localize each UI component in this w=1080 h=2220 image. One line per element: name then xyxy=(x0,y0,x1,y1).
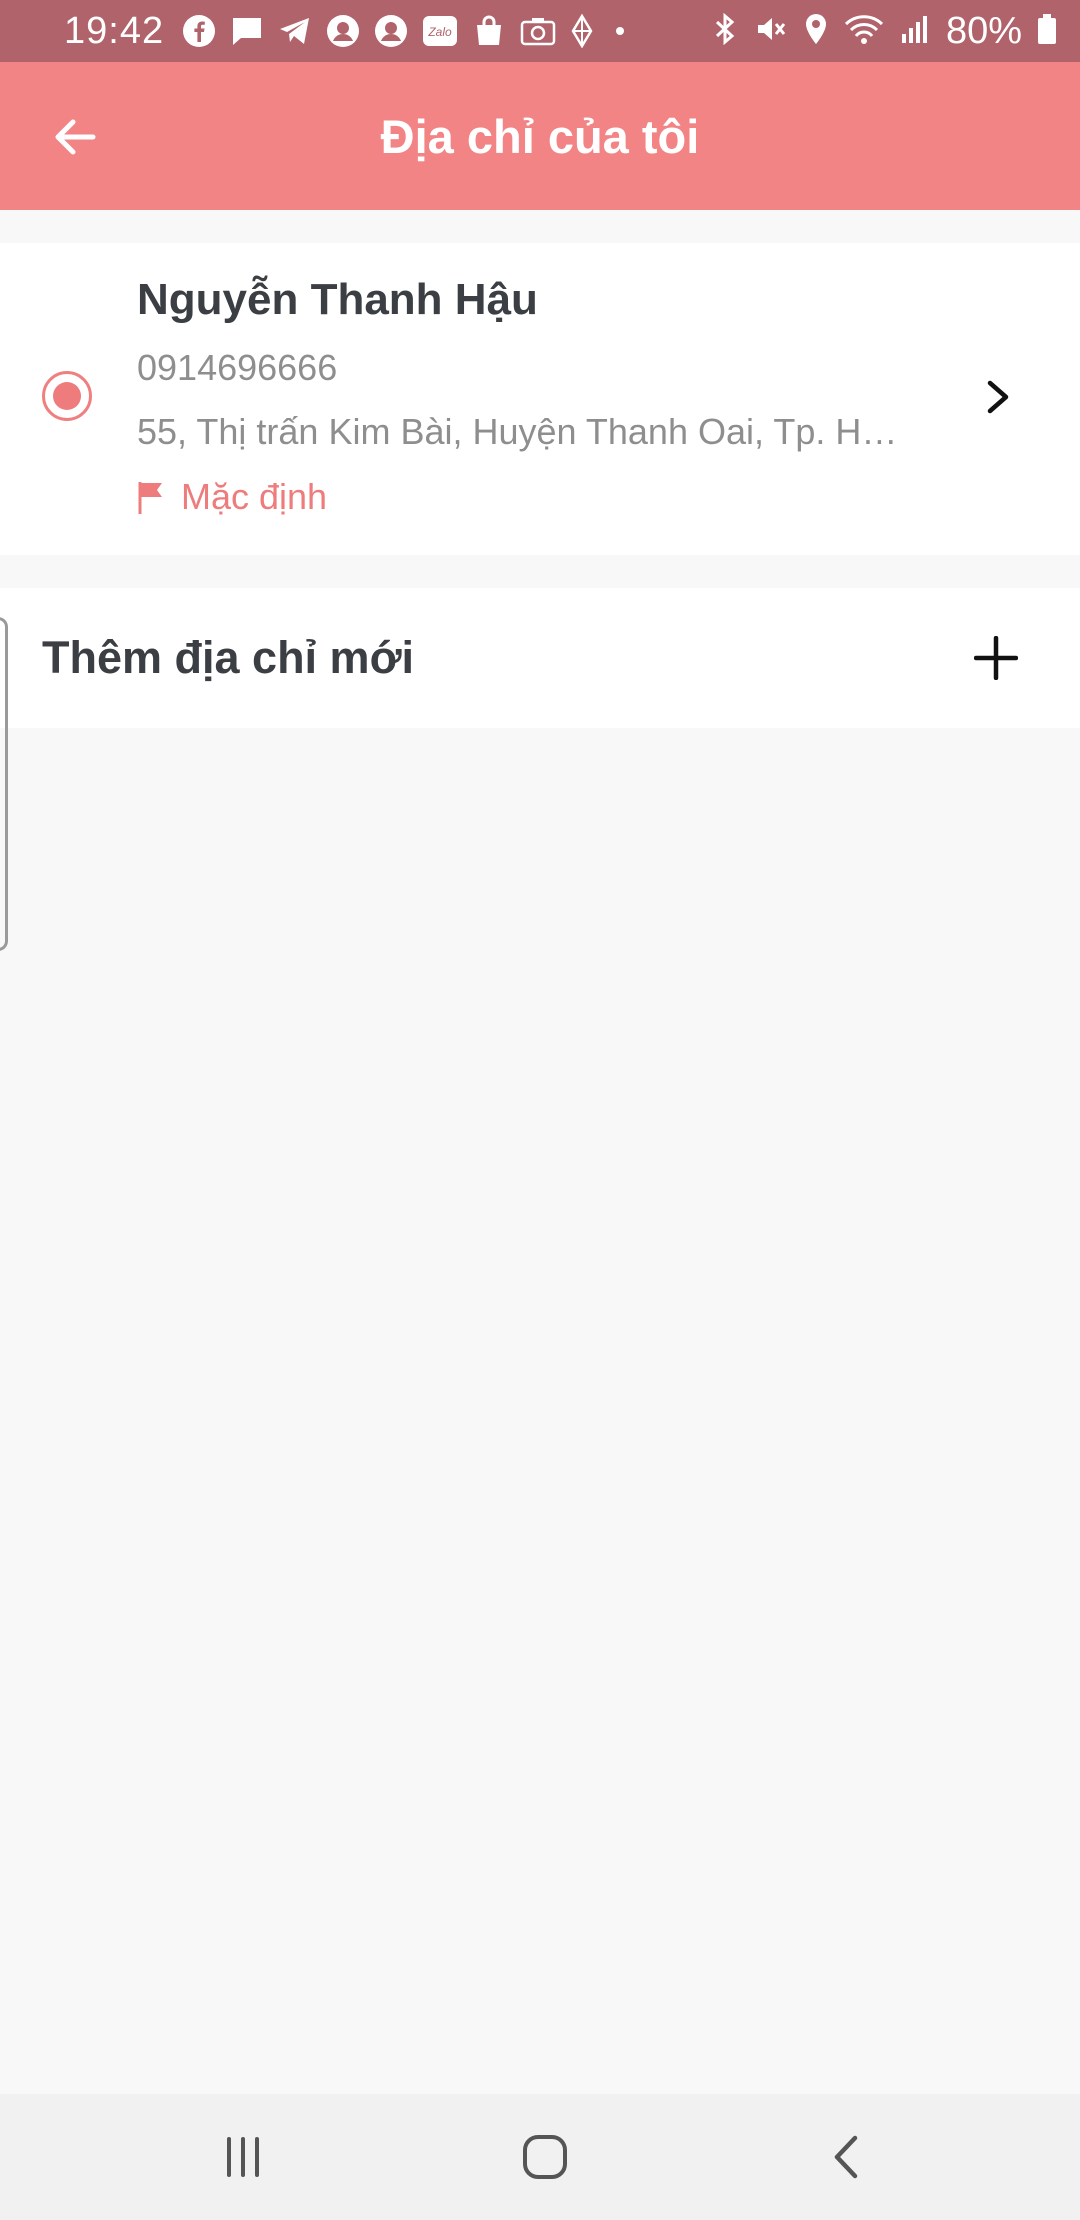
nav-bar xyxy=(0,2094,1080,2220)
dot-icon xyxy=(608,14,632,48)
back-icon xyxy=(834,2135,858,2179)
message-icon xyxy=(230,14,264,48)
signal-icon xyxy=(898,12,932,51)
address-card[interactable]: Nguyễn Thanh Hậu 0914696666 55, Thị trấn… xyxy=(0,243,1080,555)
face-icon xyxy=(326,14,360,48)
home-button[interactable] xyxy=(500,2124,590,2190)
diamond-icon xyxy=(570,14,594,48)
shopping-bag-icon xyxy=(472,14,506,48)
edge-panel-handle[interactable] xyxy=(0,617,8,951)
address-phone: 0914696666 xyxy=(137,347,338,388)
telegram-icon xyxy=(278,14,312,48)
mute-icon xyxy=(754,12,788,51)
notification-icons: Zalo xyxy=(182,14,710,48)
camera-icon xyxy=(520,14,556,48)
default-address-radio[interactable] xyxy=(42,371,92,421)
zalo-icon: Zalo xyxy=(422,14,458,48)
battery-icon xyxy=(1036,12,1058,51)
face-icon xyxy=(374,14,408,48)
location-icon xyxy=(802,12,830,51)
home-icon xyxy=(523,2135,567,2179)
recents-button[interactable] xyxy=(198,2124,288,2190)
default-label: Mặc định xyxy=(181,476,328,517)
bluetooth-icon xyxy=(710,12,740,51)
system-back-button[interactable] xyxy=(802,2124,892,2190)
add-address-button[interactable]: Thêm địa chỉ mới xyxy=(0,588,1080,728)
facebook-icon xyxy=(182,14,216,48)
default-badge: Mặc định xyxy=(137,476,327,518)
recents-icon xyxy=(227,2137,259,2177)
zalo-label: Zalo xyxy=(427,25,452,39)
plus-icon xyxy=(974,636,1018,680)
address-name: Nguyễn Thanh Hậu xyxy=(137,275,538,324)
address-line: 55, Thị trấn Kim Bài, Huyện Thanh Oai, T… xyxy=(137,411,898,452)
status-time: 19:42 xyxy=(64,9,165,52)
flag-icon xyxy=(138,482,162,514)
battery-percent: 80% xyxy=(945,9,1022,52)
page-title: Địa chỉ của tôi xyxy=(380,109,700,163)
status-bar: 19:42 Zalo 80% xyxy=(0,0,1080,62)
wifi-icon xyxy=(844,12,884,51)
chevron-right-icon[interactable] xyxy=(980,377,1016,417)
radio-selected-dot xyxy=(53,382,81,410)
app-bar: Địa chỉ của tôi xyxy=(0,62,1080,210)
system-icons: 80% xyxy=(710,10,1058,53)
add-address-label: Thêm địa chỉ mới xyxy=(42,632,415,683)
